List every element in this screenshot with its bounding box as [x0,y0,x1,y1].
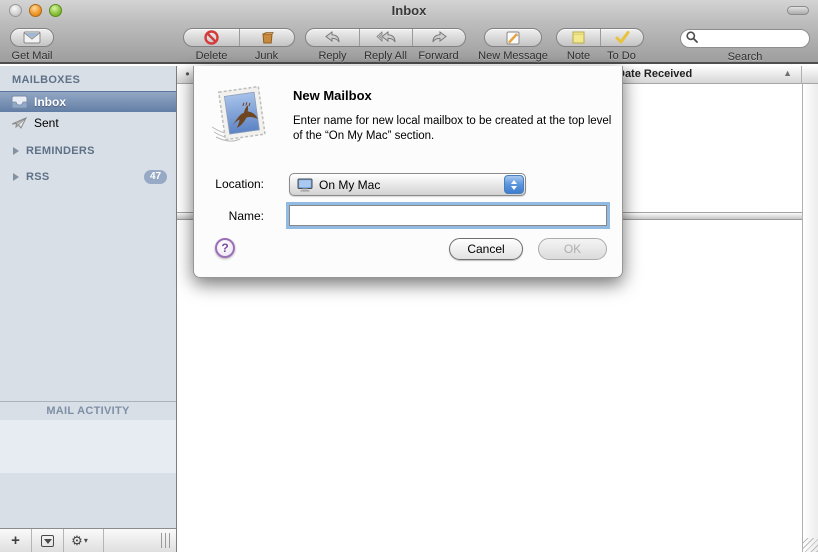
sidebar-item-sent[interactable]: Sent [0,113,176,133]
new-mailbox-dialog: New Mailbox Enter name for new local mai… [193,66,623,278]
rss-count-badge: 47 [144,170,167,184]
new-message-icon [485,29,541,46]
sort-ascending-icon: ▲ [783,68,792,78]
show-reader-button[interactable] [32,529,63,552]
search-icon [686,31,698,43]
sidebar-bottom-bar: + ⚙▾ [0,528,176,552]
location-popup[interactable]: On My Mac [289,173,526,196]
reply-all-button[interactable] [359,29,412,46]
to-do-icon [615,31,630,44]
sidebar-resize-handle[interactable] [161,533,170,548]
mail-activity-header: MAIL ACTIVITY [0,402,176,420]
forward-icon [431,31,448,44]
reply-all-icon [376,31,396,44]
inbox-icon [11,95,28,109]
cancel-button[interactable]: Cancel [449,238,523,260]
vertical-scrollbar[interactable] [802,84,818,552]
reply-group: Reply Reply All Forward [305,28,466,62]
reader-pane-icon [41,535,54,547]
sidebar: MAILBOXES Inbox Sent REMINDERS RSS [0,66,177,552]
mailboxes-header: MAILBOXES [12,74,80,86]
to-do-button[interactable] [600,29,643,46]
search-input[interactable] [680,29,810,48]
popup-stepper-icon [504,175,524,194]
mail-activity-panel: MAIL ACTIVITY [0,401,176,528]
location-label: Location: [186,177,264,191]
window-resize-grip[interactable] [803,538,818,552]
mail-activity-content [0,420,176,473]
sidebar-item-inbox[interactable]: Inbox [0,91,176,112]
reply-icon [324,31,341,44]
dialog-message: Enter name for new local mailbox to be c… [293,114,615,144]
location-value: On My Mac [319,178,380,192]
delete-junk-group: Delete Junk [183,28,295,62]
mail-window: Inbox Get Mail Delete Junk [0,0,818,552]
add-mailbox-button[interactable]: + [0,529,31,552]
junk-button[interactable] [239,29,294,46]
help-button[interactable]: ? [215,238,235,258]
name-label: Name: [186,209,264,223]
new-message-button[interactable]: New Message [473,28,553,62]
junk-icon [260,30,275,45]
computer-icon [297,178,313,192]
toolbar-toggle-button[interactable] [787,6,809,15]
reply-button[interactable] [306,29,359,46]
date-received-column-header[interactable]: Date Received [617,68,692,80]
note-button[interactable] [557,29,600,46]
delete-icon [204,30,219,45]
ok-button[interactable]: OK [538,238,607,260]
disclosure-triangle-icon[interactable] [13,173,19,181]
sidebar-group-reminders[interactable]: REMINDERS [0,142,176,159]
get-mail-button[interactable]: Get Mail [10,28,54,62]
note-todo-group: Note To Do [556,28,644,62]
dialog-title: New Mailbox [293,88,372,103]
sidebar-group-rss[interactable]: RSS 47 [0,168,176,185]
delete-button[interactable] [184,29,239,46]
sent-icon [11,117,28,130]
forward-button[interactable] [412,29,465,46]
get-mail-icon [11,29,53,46]
action-menu-button[interactable]: ⚙▾ [64,529,95,552]
search-box: Search [680,28,810,63]
toolbar: Get Mail Delete Junk [0,22,818,64]
mail-app-icon [208,82,278,150]
window-title: Inbox [0,3,818,18]
chevron-down-icon: ▾ [84,536,88,545]
disclosure-triangle-icon[interactable] [13,147,19,155]
note-icon [572,31,585,44]
gear-icon: ⚙ [71,533,83,549]
titlebar: Inbox [0,0,818,22]
mailbox-name-input[interactable] [289,205,607,226]
